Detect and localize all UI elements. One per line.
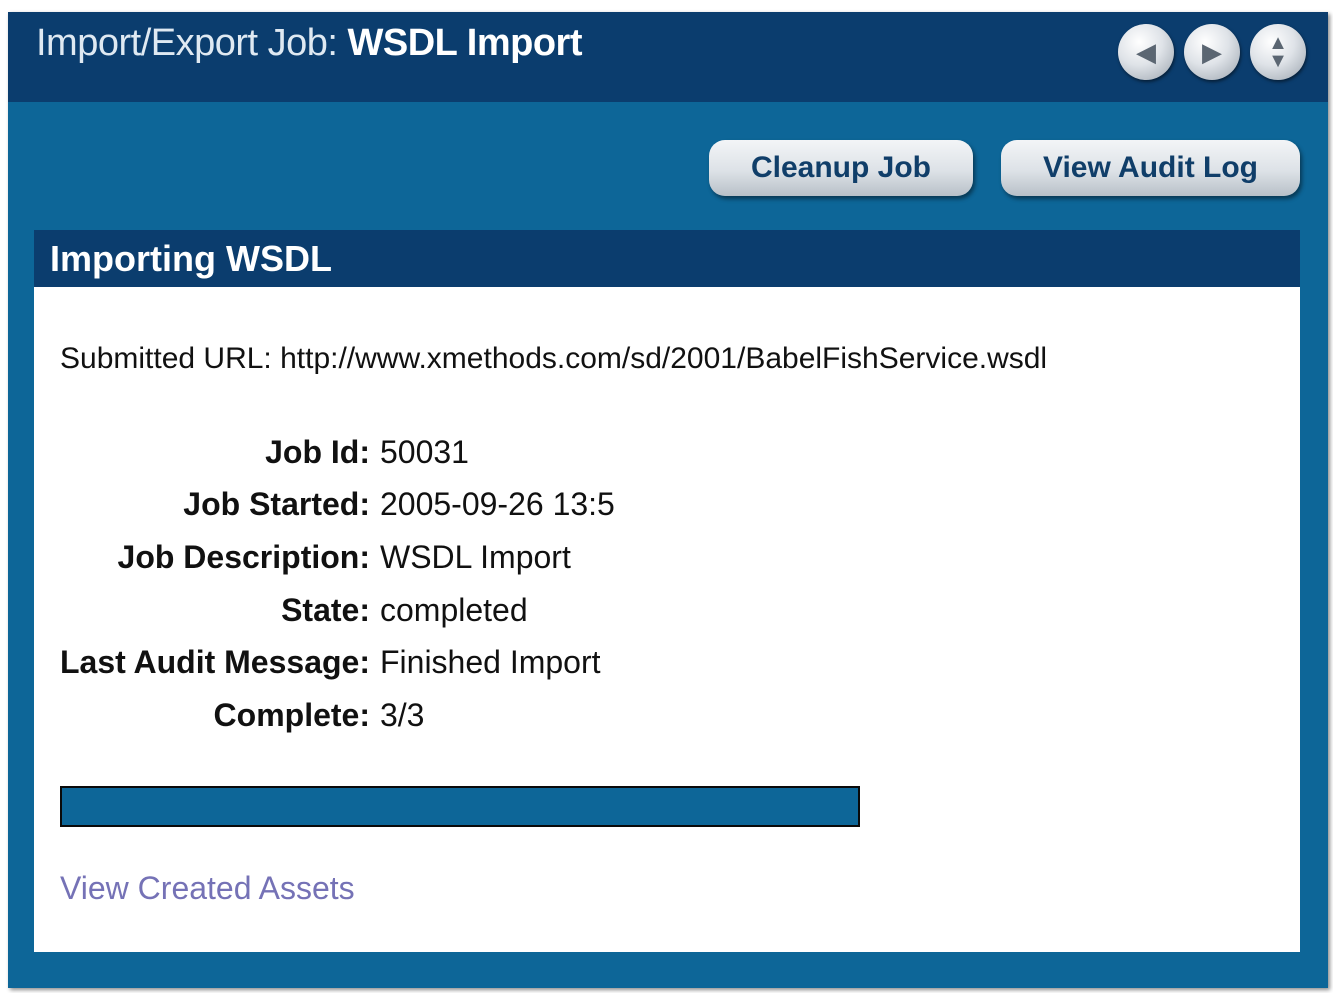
action-toolbar: Cleanup Job View Audit Log xyxy=(708,140,1300,196)
field-row-job-id: Job Id: 50031 xyxy=(60,426,615,479)
field-row-last-audit-message: Last Audit Message: Finished Import xyxy=(60,636,615,689)
back-button[interactable]: ◀ xyxy=(1118,24,1174,80)
title-prefix: Import/Export Job: xyxy=(36,22,338,64)
field-label: Job Id: xyxy=(265,433,370,470)
progress-bar xyxy=(60,786,860,827)
field-value: 2005-09-26 13:5 xyxy=(379,486,615,523)
field-row-state: State: completed xyxy=(60,584,615,637)
field-label: State: xyxy=(281,591,370,628)
field-label: Last Audit Message: xyxy=(60,644,370,681)
view-audit-log-button[interactable]: View Audit Log xyxy=(1001,140,1300,196)
title-bar: Import/Export Job: WSDL Import ◀ ▶ ▲ ▼ xyxy=(8,12,1328,102)
field-row-job-started: Job Started: 2005-09-26 13:5 xyxy=(60,479,615,532)
field-value: completed xyxy=(379,591,528,628)
import-panel: Importing WSDL Submitted URL: http://www… xyxy=(34,230,1300,952)
panel-title: Importing WSDL xyxy=(34,230,1300,287)
view-created-assets-link[interactable]: View Created Assets xyxy=(60,870,355,907)
field-row-complete: Complete: 3/3 xyxy=(60,689,615,742)
field-value: WSDL Import xyxy=(379,538,571,575)
down-arrow-icon: ▼ xyxy=(1268,50,1288,72)
forward-button[interactable]: ▶ xyxy=(1184,24,1240,80)
submitted-url: Submitted URL: http://www.xmethods.com/s… xyxy=(60,342,1048,375)
cleanup-job-button[interactable]: Cleanup Job xyxy=(708,140,973,196)
progress-fill xyxy=(62,788,858,825)
title-job-name: WSDL Import xyxy=(347,22,583,64)
job-details: Job Id: 50031 Job Started: 2005-09-26 13… xyxy=(60,426,615,742)
field-value: 50031 xyxy=(379,433,469,470)
up-down-button[interactable]: ▲ ▼ xyxy=(1250,24,1306,80)
field-label: Complete: xyxy=(213,696,370,733)
nav-buttons: ◀ ▶ ▲ ▼ xyxy=(1118,24,1306,80)
job-window: Import/Export Job: WSDL Import ◀ ▶ ▲ ▼ C… xyxy=(8,12,1328,988)
back-arrow-icon: ◀ xyxy=(1136,37,1156,67)
window-title: Import/Export Job: WSDL Import xyxy=(36,22,582,65)
field-label: Job Description: xyxy=(117,538,370,575)
field-value: 3/3 xyxy=(379,696,425,733)
forward-arrow-icon: ▶ xyxy=(1202,37,1222,67)
field-value: Finished Import xyxy=(379,644,601,681)
field-label: Job Started: xyxy=(183,486,370,523)
field-row-job-description: Job Description: WSDL Import xyxy=(60,531,615,584)
